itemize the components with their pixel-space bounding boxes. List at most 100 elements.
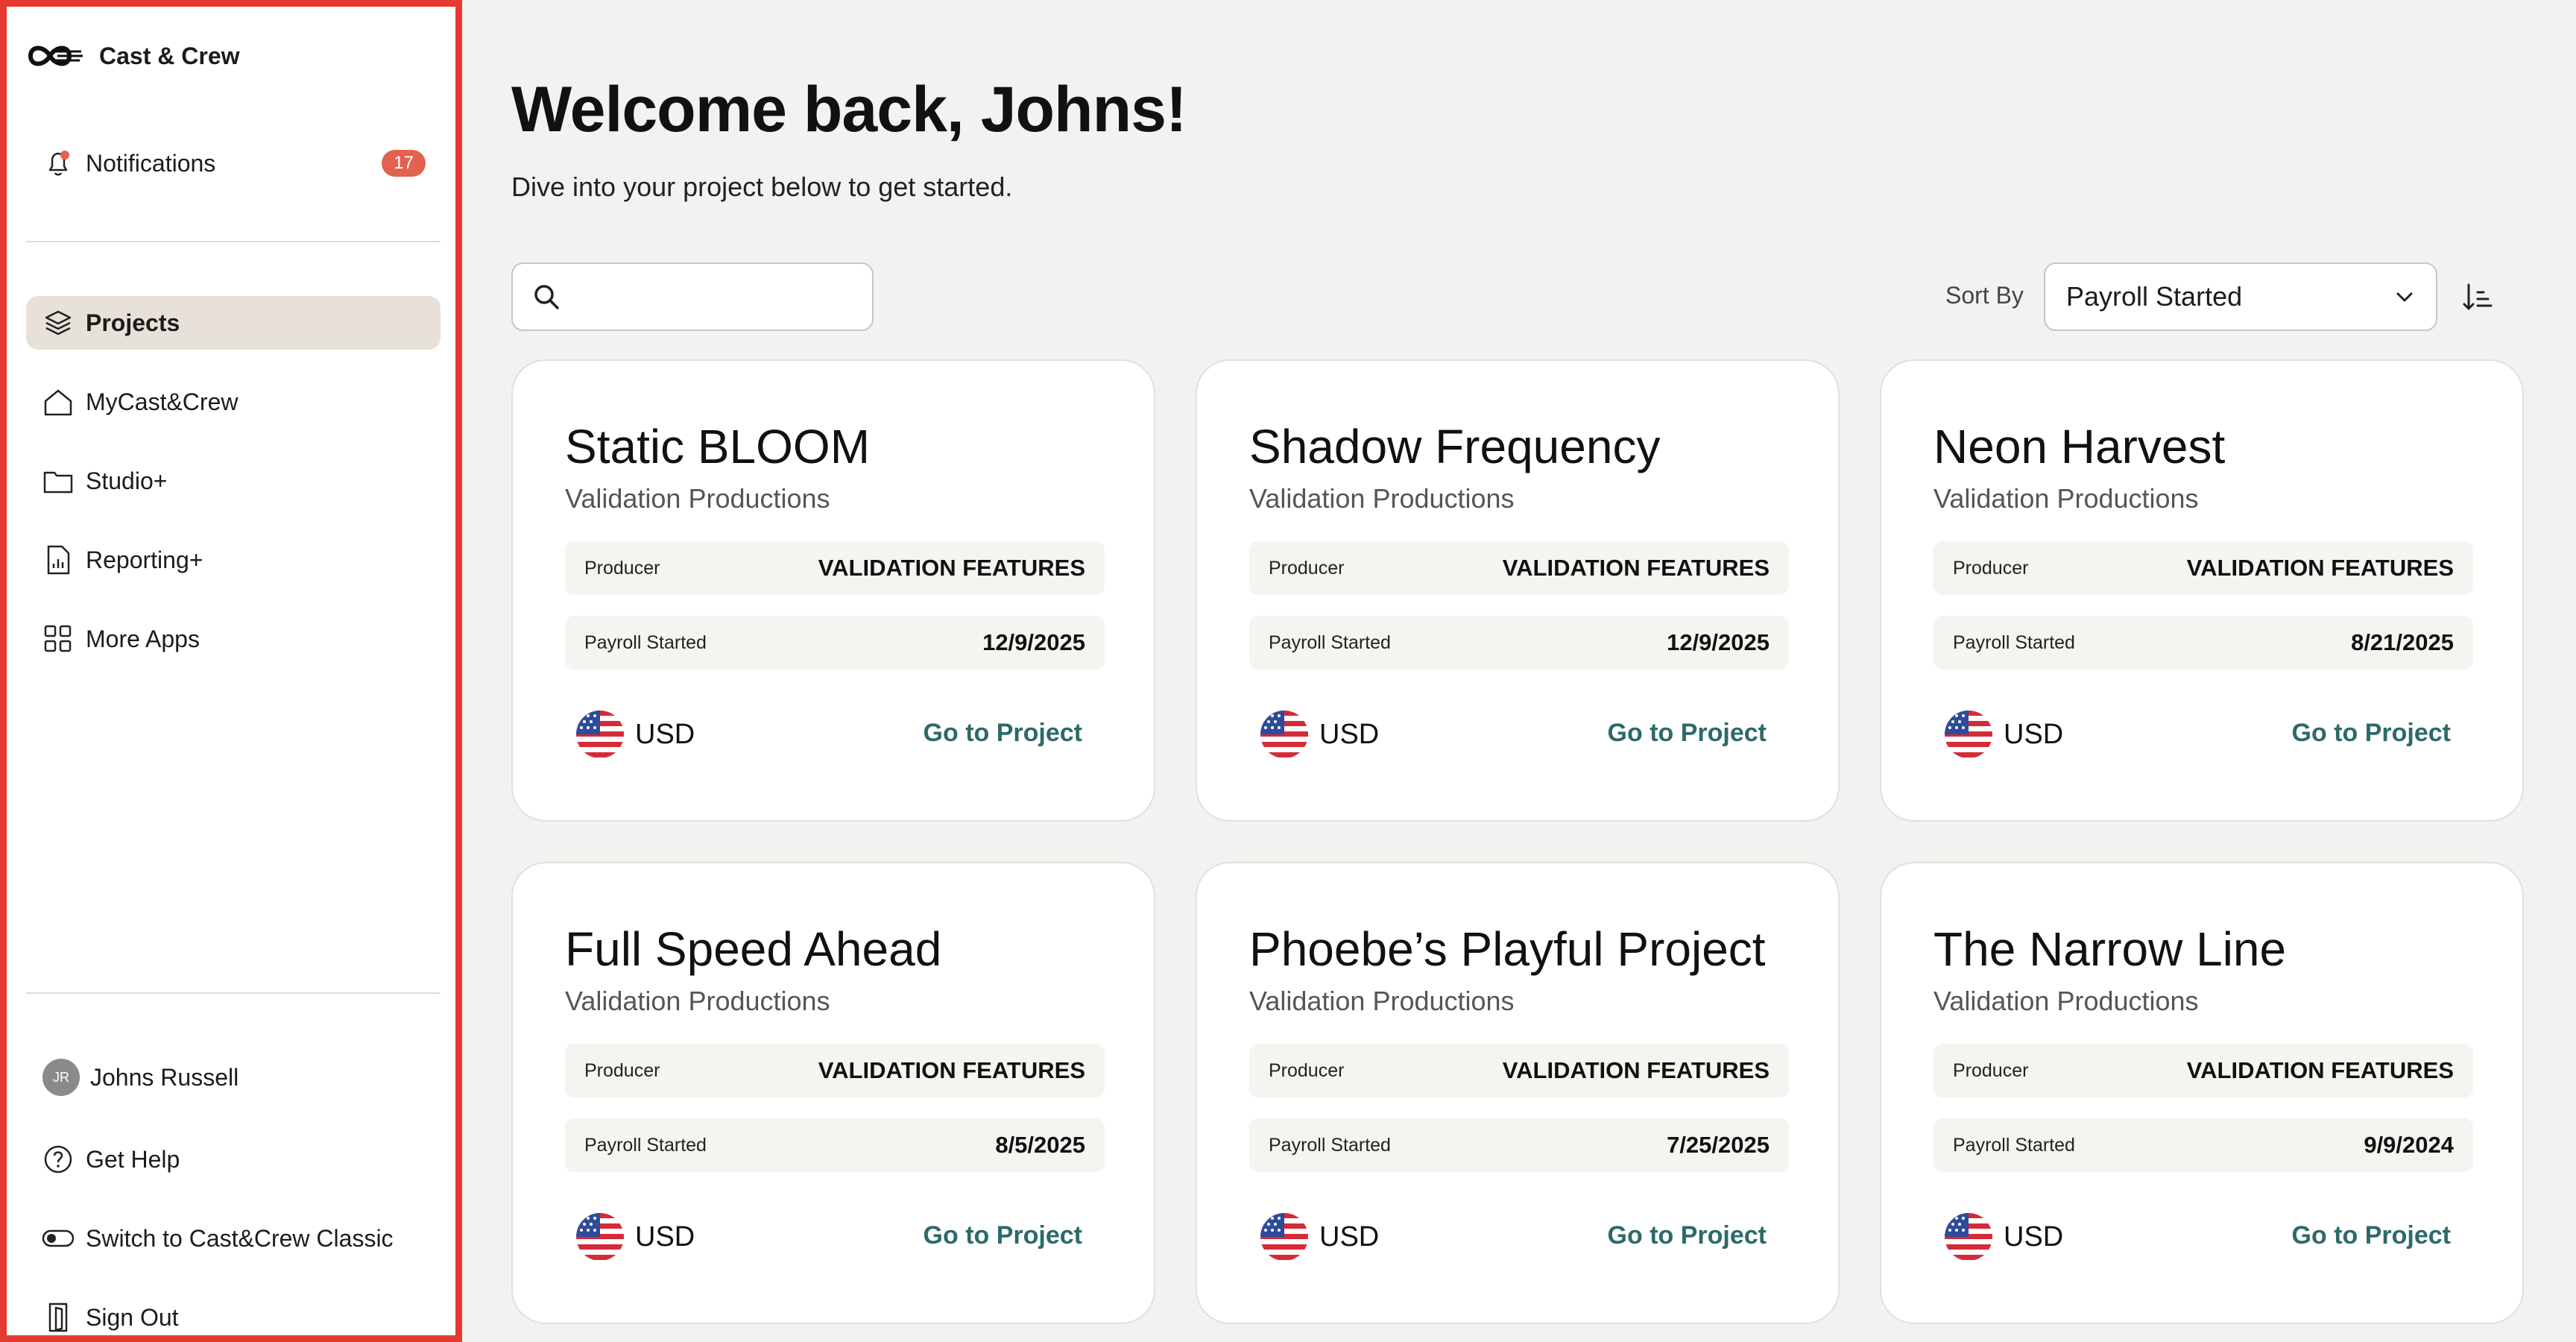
get-help-button[interactable]: Get Help	[26, 1132, 441, 1186]
notifications-count-badge: 17	[382, 150, 426, 177]
payroll-started-label: Payroll Started	[1269, 1134, 1391, 1156]
payroll-started-value: 8/5/2025	[995, 1132, 1085, 1158]
producer-label: Producer	[1269, 557, 1345, 579]
producer-row: Producer VALIDATION FEATURES	[1933, 541, 2473, 595]
currency: USD	[1944, 1212, 2063, 1261]
go-to-project-link[interactable]: Go to Project	[1608, 1221, 1767, 1250]
sidebar-item-projects[interactable]: Projects	[26, 296, 441, 350]
us-flag-icon	[576, 711, 624, 758]
payroll-started-label: Payroll Started	[1269, 631, 1391, 653]
search-icon	[534, 285, 559, 309]
switch-classic-label: Switch to Cast&Crew Classic	[86, 1224, 394, 1252]
payroll-started-row: Payroll Started 12/9/2025	[565, 616, 1105, 670]
project-card[interactable]: Phoebe’s Playful Project Validation Produ…	[1196, 862, 1840, 1324]
producer-label: Producer	[1269, 1059, 1345, 1081]
sort-by-selected-value: Payroll Started	[2066, 281, 2243, 312]
payroll-started-row: Payroll Started 7/25/2025	[1249, 1118, 1789, 1172]
sidebar-divider-bottom	[26, 992, 441, 994]
help-circle-icon	[44, 1145, 72, 1174]
project-company: Validation Productions	[565, 986, 830, 1016]
sort-by-select[interactable]: Payroll Started	[2044, 262, 2437, 331]
payroll-started-label: Payroll Started	[584, 1134, 707, 1156]
project-company: Validation Productions	[1933, 483, 2199, 514]
payroll-started-value: 12/9/2025	[1667, 629, 1770, 655]
us-flag-icon	[1945, 711, 1992, 758]
producer-value: VALIDATION FEATURES	[2186, 555, 2454, 581]
payroll-started-row: Payroll Started 8/5/2025	[565, 1118, 1105, 1172]
producer-label: Producer	[584, 557, 660, 579]
project-card[interactable]: Static BLOOM Validation Productions Produc…	[511, 359, 1155, 822]
project-title: The Narrow Line	[1933, 922, 2287, 976]
notifications-label: Notifications	[86, 149, 216, 177]
us-flag-icon	[1945, 1213, 1992, 1261]
sidebar-item-label: Projects	[86, 309, 180, 336]
payroll-started-row: Payroll Started 8/21/2025	[1933, 616, 2473, 670]
go-to-project-link[interactable]: Go to Project	[2292, 1221, 2451, 1250]
search-box[interactable]	[511, 262, 874, 331]
door-exit-icon	[48, 1302, 68, 1332]
payroll-started-value: 7/25/2025	[1667, 1132, 1770, 1158]
producer-row: Producer VALIDATION FEATURES	[565, 541, 1105, 595]
layers-icon	[45, 310, 72, 336]
project-company: Validation Productions	[1249, 483, 1515, 514]
sidebar: Cast & Crew Notifications 17 Projects My…	[0, 0, 462, 1342]
payroll-started-label: Payroll Started	[584, 631, 707, 653]
producer-value: VALIDATION FEATURES	[1502, 555, 1770, 581]
go-to-project-link[interactable]: Go to Project	[924, 719, 1082, 748]
project-company: Validation Productions	[565, 483, 830, 514]
page-title: Welcome back, Johns!	[511, 74, 1187, 145]
producer-row: Producer VALIDATION FEATURES	[1933, 1044, 2473, 1097]
project-card[interactable]: Full Speed Ahead Validation Productions Pr…	[511, 862, 1155, 1324]
home-icon	[44, 389, 72, 416]
sidebar-item-more-apps[interactable]: More Apps	[26, 612, 441, 666]
sign-out-label: Sign Out	[86, 1303, 179, 1331]
currency-code: USD	[635, 718, 695, 750]
project-company: Validation Productions	[1933, 986, 2199, 1016]
toggle-icon	[42, 1229, 75, 1247]
sign-out-button[interactable]: Sign Out	[26, 1291, 441, 1342]
sort-descending-icon[interactable]	[2460, 279, 2496, 315]
grid-icon	[44, 625, 72, 652]
sidebar-item-reporting-plus[interactable]: Reporting+	[26, 533, 441, 587]
project-title: Static BLOOM	[565, 420, 870, 473]
payroll-started-label: Payroll Started	[1953, 631, 2075, 653]
currency-code: USD	[2004, 1220, 2064, 1253]
search-input[interactable]	[574, 283, 857, 311]
sidebar-item-studio-plus[interactable]: Studio+	[26, 454, 441, 508]
currency: USD	[1260, 710, 1379, 759]
project-title: Phoebe’s Playful Project	[1249, 922, 1766, 976]
user-name: Johns Russell	[90, 1063, 239, 1091]
go-to-project-link[interactable]: Go to Project	[1608, 719, 1767, 748]
sidebar-item-label: MyCast&Crew	[86, 388, 239, 415]
project-card[interactable]: Neon Harvest Validation Productions Produc…	[1880, 359, 2524, 822]
avatar: JR	[42, 1059, 80, 1096]
report-icon	[47, 545, 70, 575]
us-flag-icon	[1260, 1213, 1308, 1261]
payroll-started-value: 8/21/2025	[2351, 629, 2454, 655]
switch-classic-toggle[interactable]: Switch to Cast&Crew Classic	[26, 1212, 441, 1265]
project-card[interactable]: Shadow Frequency Validation Productions Pr…	[1196, 359, 1840, 822]
producer-value: VALIDATION FEATURES	[2186, 1057, 2454, 1083]
producer-value: VALIDATION FEATURES	[818, 555, 1085, 581]
producer-row: Producer VALIDATION FEATURES	[1249, 1044, 1789, 1097]
sidebar-item-mycastcrew[interactable]: MyCast&Crew	[26, 375, 441, 429]
project-card[interactable]: The Narrow Line Validation Productions Pro…	[1880, 862, 2524, 1324]
producer-label: Producer	[1953, 557, 2029, 579]
user-profile[interactable]: JR Johns Russell	[26, 1050, 441, 1104]
payroll-started-value: 9/9/2024	[2364, 1132, 2454, 1158]
currency-code: USD	[2004, 718, 2064, 750]
sidebar-item-label: Studio+	[86, 467, 168, 494]
us-flag-icon	[576, 1213, 624, 1261]
currency-code: USD	[1319, 1220, 1380, 1253]
go-to-project-link[interactable]: Go to Project	[2292, 719, 2451, 748]
project-company: Validation Productions	[1249, 986, 1515, 1016]
brand-name: Cast & Crew	[99, 42, 240, 69]
sidebar-item-notifications[interactable]: Notifications 17	[26, 136, 441, 190]
go-to-project-link[interactable]: Go to Project	[924, 1221, 1082, 1250]
brand[interactable]: Cast & Crew	[26, 40, 240, 72]
producer-row: Producer VALIDATION FEATURES	[565, 1044, 1105, 1097]
payroll-started-row: Payroll Started 12/9/2025	[1249, 616, 1789, 670]
producer-label: Producer	[1953, 1059, 2029, 1081]
payroll-started-label: Payroll Started	[1953, 1134, 2075, 1156]
sidebar-divider-top	[26, 241, 441, 242]
